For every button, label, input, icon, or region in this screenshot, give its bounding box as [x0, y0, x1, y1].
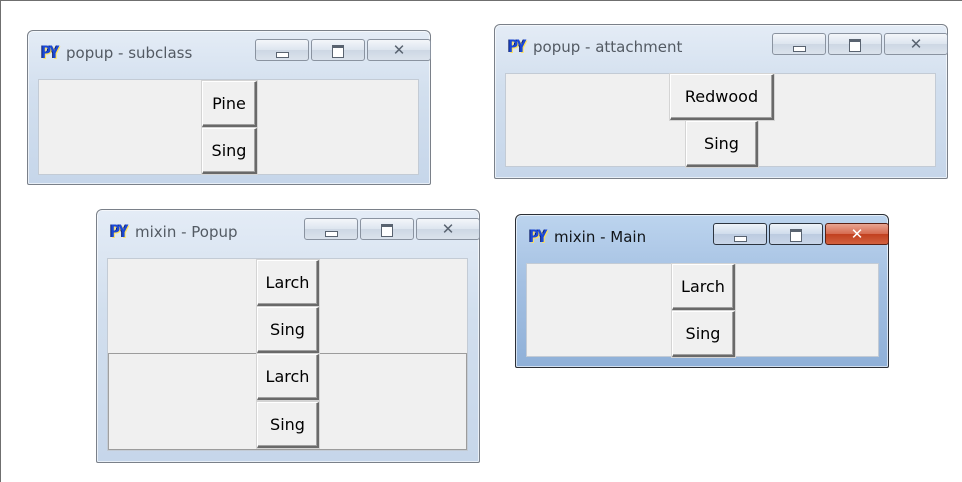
mixin-subframe: Larch Sing: [108, 353, 467, 450]
close-icon: ✕: [392, 41, 406, 59]
sing-button[interactable]: Sing: [256, 401, 320, 449]
close-icon: ✕: [441, 220, 455, 238]
title-bar[interactable]: PY popup - attachment ✕: [495, 25, 948, 57]
image-left-border: [0, 0, 1, 482]
python-icon: PY: [508, 37, 526, 57]
minimize-button[interactable]: [304, 218, 358, 240]
sing-button[interactable]: Sing: [671, 310, 736, 358]
window-title: mixin - Popup: [135, 223, 238, 241]
window-client-area: Larch Sing Larch Sing: [107, 258, 468, 451]
image-top-border: [0, 0, 962, 1]
window-client-area: Redwood Sing: [505, 73, 936, 168]
caption-buttons: ✕: [304, 218, 480, 240]
close-button[interactable]: ✕: [367, 39, 431, 61]
title-bar[interactable]: PY mixin - Main ✕: [516, 215, 889, 247]
redwood-button[interactable]: Redwood: [669, 73, 775, 121]
window-title: popup - attachment: [533, 38, 683, 56]
python-icon: PY: [529, 227, 547, 247]
python-icon: PY: [110, 222, 128, 242]
maximize-button[interactable]: [828, 33, 882, 55]
maximize-button[interactable]: [769, 223, 823, 245]
minimize-button[interactable]: [255, 39, 309, 61]
close-button[interactable]: ✕: [416, 218, 480, 240]
larch-button[interactable]: Larch: [256, 353, 320, 401]
caption-buttons: ✕: [255, 39, 431, 61]
window-client-area: Pine Sing: [38, 79, 419, 175]
sing-button[interactable]: Sing: [201, 127, 258, 175]
window-client-area: Larch Sing: [526, 263, 879, 358]
window-mixin-main[interactable]: PY mixin - Main ✕ Larch Sing: [515, 214, 889, 368]
title-bar[interactable]: PY popup - subclass ✕: [28, 31, 431, 63]
close-button[interactable]: ✕: [884, 33, 948, 55]
sing-button[interactable]: Sing: [685, 120, 759, 168]
close-button[interactable]: ✕: [825, 223, 889, 245]
caption-buttons: ✕: [713, 223, 889, 245]
sing-button[interactable]: Sing: [256, 306, 320, 354]
maximize-button[interactable]: [360, 218, 414, 240]
python-icon: PY: [41, 43, 59, 63]
window-title: mixin - Main: [554, 228, 647, 246]
minimize-button[interactable]: [713, 223, 767, 245]
minimize-button[interactable]: [772, 33, 826, 55]
maximize-button[interactable]: [311, 39, 365, 61]
close-icon: ✕: [850, 225, 864, 243]
window-mixin-popup[interactable]: PY mixin - Popup ✕ Larch Sing Larch Sing: [96, 209, 480, 463]
larch-button[interactable]: Larch: [671, 263, 736, 311]
close-icon: ✕: [909, 35, 923, 53]
window-title: popup - subclass: [66, 44, 193, 62]
title-bar[interactable]: PY mixin - Popup ✕: [97, 210, 480, 242]
larch-button[interactable]: Larch: [256, 259, 320, 307]
caption-buttons: ✕: [772, 33, 948, 55]
window-popup-attachment[interactable]: PY popup - attachment ✕ Redwood Sing: [494, 24, 948, 179]
window-popup-subclass[interactable]: PY popup - subclass ✕ Pine Sing: [27, 30, 431, 185]
pine-button[interactable]: Pine: [201, 80, 258, 128]
